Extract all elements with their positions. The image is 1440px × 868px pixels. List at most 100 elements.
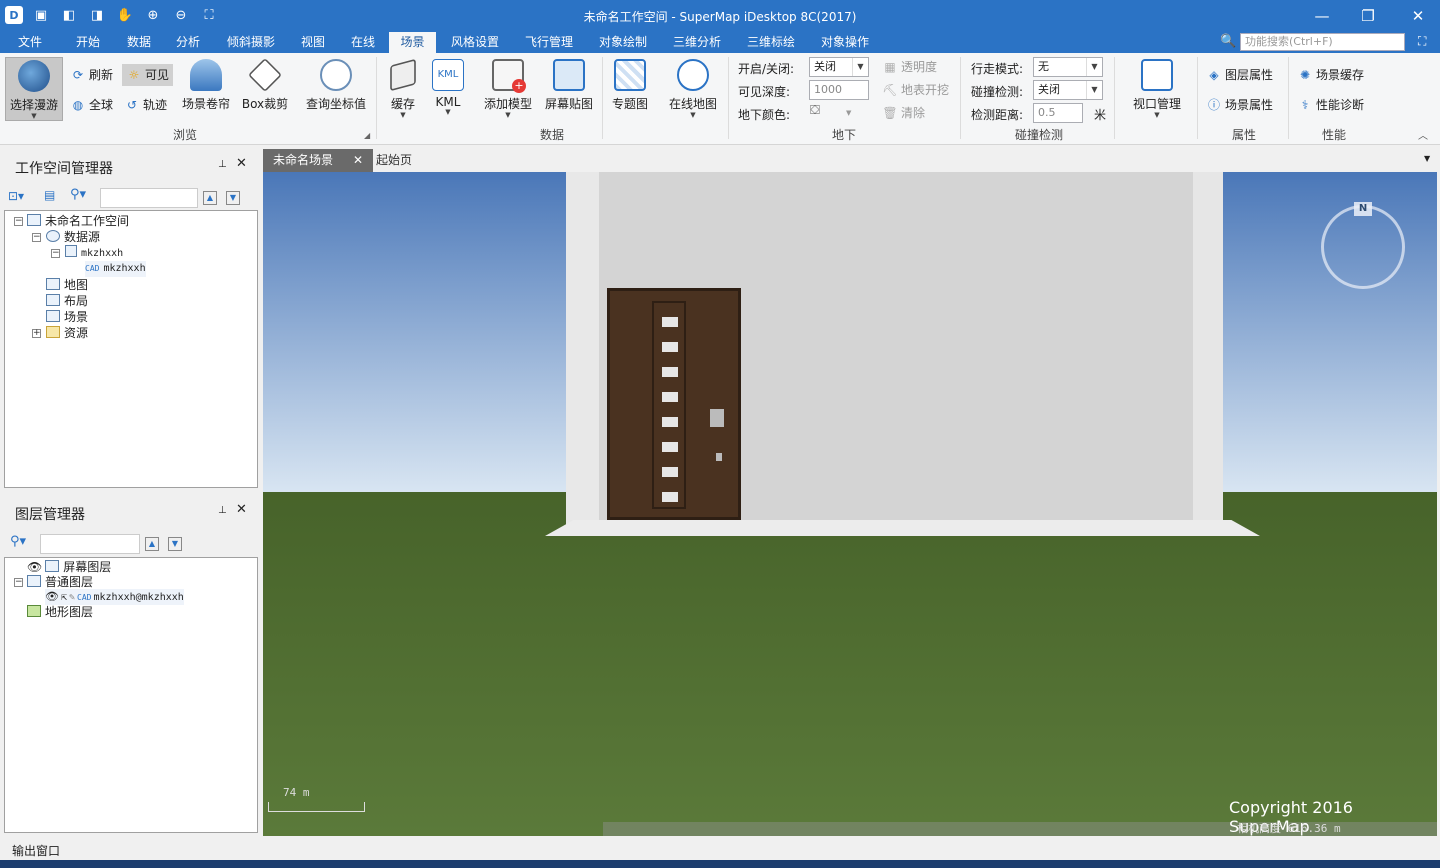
chevron-down-icon[interactable]: ▼: [226, 191, 240, 205]
scene-props-button[interactable]: ⓘ 场景属性: [1206, 94, 1273, 116]
chevron-down-icon: ▼: [1086, 58, 1102, 76]
tree-scenes[interactable]: 场景: [46, 309, 88, 325]
detect-distance-label: 检测距离:: [971, 108, 1024, 122]
dialog-launcher-icon[interactable]: ◢: [364, 131, 370, 140]
surface-dig-button[interactable]: ⛏ 地表开挖: [882, 79, 949, 101]
tree-resources[interactable]: 资源: [46, 325, 88, 341]
tree-datasources[interactable]: 数据源: [46, 229, 100, 245]
ribbon: 选择漫游 ▼ ⟳ 刷新 ☼ 可见 ◍ 全球 ↺ 轨迹 场景卷帘 Box裁剪 查询坐标值 …: [0, 53, 1440, 145]
search-icon[interactable]: ⚲▾: [10, 534, 26, 549]
workspace-search-input[interactable]: [100, 188, 198, 208]
track-button[interactable]: ↺ 轨迹: [124, 94, 167, 116]
query-coord-label: 查询坐标值: [305, 97, 366, 111]
menu-tab-3d-plot[interactable]: 三维标绘: [741, 32, 801, 53]
box-clip-button[interactable]: Box裁剪: [240, 57, 290, 121]
search-icon[interactable]: ⚲▾: [70, 187, 86, 202]
normal-layers-label: 普通图层: [45, 575, 94, 589]
menu-tab-object-ops[interactable]: 对象操作: [815, 32, 875, 53]
menu-tab-flight[interactable]: 飞行管理: [519, 32, 579, 53]
onoff-select[interactable]: 关闭 ▼: [809, 57, 869, 77]
eye-icon[interactable]: 👁: [45, 590, 59, 603]
perf-diag-button[interactable]: ⚕ 性能诊断: [1297, 94, 1364, 116]
tree-normal-layers[interactable]: 普通图层: [27, 574, 93, 590]
menu-tab-data[interactable]: 数据: [121, 32, 157, 53]
collapse-icon[interactable]: −: [14, 578, 23, 587]
online-map-button[interactable]: 在线地图 ▼: [664, 57, 722, 121]
open-workspace-icon[interactable]: ⊡▾: [8, 189, 24, 203]
restore-button[interactable]: ❐: [1348, 4, 1388, 28]
transparency-button[interactable]: ▦ 透明度: [882, 56, 937, 78]
paint-bucket-icon[interactable]: ⛋: [810, 103, 820, 118]
viewport-manage-button[interactable]: 视口管理 ▼: [1128, 57, 1186, 121]
close-icon[interactable]: ✕: [353, 153, 363, 167]
close-icon[interactable]: ✕: [236, 502, 247, 517]
tree-workspace[interactable]: 未命名工作空间: [27, 213, 129, 229]
expand-icon[interactable]: ⛶: [1418, 34, 1426, 49]
chevron-up-icon[interactable]: ▲: [145, 537, 159, 551]
clear-button[interactable]: 🗑 清除: [882, 102, 925, 124]
menu-tab-oblique[interactable]: 倾斜摄影: [221, 32, 281, 53]
layer-props-button[interactable]: ◈ 图层属性: [1206, 64, 1273, 86]
chevron-down-icon[interactable]: ▼: [1424, 154, 1430, 163]
collapse-icon[interactable]: −: [32, 233, 41, 242]
layer-search-input[interactable]: [40, 534, 140, 554]
close-button[interactable]: ✕: [1398, 4, 1438, 28]
menu-tab-style[interactable]: 风格设置: [445, 32, 505, 53]
tab-start-page[interactable]: 起始页: [366, 149, 422, 172]
thematic-button[interactable]: 专题图: [608, 57, 652, 121]
menu-tab-draw[interactable]: 对象绘制: [593, 32, 653, 53]
tree-layouts[interactable]: 布局: [46, 293, 88, 309]
chevron-down-icon[interactable]: ▼: [168, 537, 182, 551]
tree-dataset[interactable]: CAD mkzhxxh: [85, 261, 146, 277]
tree-maps[interactable]: 地图: [46, 277, 88, 293]
visible-button[interactable]: ☼ 可见: [122, 64, 174, 86]
menu-tab-view[interactable]: 视图: [295, 32, 331, 53]
collapse-icon[interactable]: −: [51, 249, 60, 258]
tab-untitled-scene[interactable]: 未命名场景 ✕: [263, 149, 374, 172]
menu-tab-online[interactable]: 在线: [345, 32, 381, 53]
select-roam-button[interactable]: 选择漫游 ▼: [5, 57, 63, 121]
map-icon: [46, 278, 60, 290]
scene-viewport[interactable]: N 74 m Copyright 2016 SuperMap 相机高度 616.…: [263, 172, 1437, 836]
eye-icon[interactable]: 👁: [27, 560, 42, 574]
menu-tab-analysis[interactable]: 分析: [170, 32, 206, 53]
chevron-up-icon[interactable]: ▲: [203, 191, 217, 205]
tree-datasource[interactable]: mkzhxxh: [65, 245, 123, 261]
expand-icon[interactable]: +: [32, 329, 41, 338]
depth-input[interactable]: 1000: [809, 80, 869, 100]
kml-button[interactable]: KML KML ▼: [430, 57, 466, 121]
menu-tab-3d-analysis[interactable]: 三维分析: [667, 32, 727, 53]
collision-detect-select[interactable]: 关闭 ▼: [1033, 80, 1103, 100]
menu-tab-start[interactable]: 开始: [70, 32, 106, 53]
pin-icon[interactable]: ⊥: [218, 505, 227, 516]
tree-terrain-layers[interactable]: 地形图层: [27, 604, 93, 620]
search-input[interactable]: 功能搜索(Ctrl+F): [1240, 33, 1405, 51]
chevron-down-icon[interactable]: ▼: [846, 109, 851, 117]
select-arrow-icon[interactable]: ⇱: [61, 592, 67, 603]
tree-layouts-label: 布局: [64, 294, 89, 308]
cache-button[interactable]: 缓存 ▼: [383, 57, 423, 121]
scene-roll-button[interactable]: 场景卷帘: [178, 57, 234, 121]
scene-cache-button[interactable]: ✺ 场景缓存: [1297, 64, 1364, 86]
output-window-bar[interactable]: 输出窗口: [0, 842, 1440, 860]
refresh-button[interactable]: ⟳ 刷新: [70, 64, 113, 86]
tree-cad-layer[interactable]: 👁 ⇱ ✎ CAD mkzhxxh@mkzhxxh: [45, 589, 184, 605]
collapse-ribbon-icon[interactable]: ︿: [1418, 127, 1428, 142]
pin-icon[interactable]: ⊥: [218, 159, 227, 170]
menu-tab-file[interactable]: 文件: [12, 32, 48, 53]
globe-button[interactable]: ◍ 全球: [70, 94, 113, 116]
tree-screen-layers[interactable]: 👁 屏幕图层: [27, 559, 111, 575]
compass[interactable]: N: [1321, 202, 1405, 289]
edit-pencil-icon[interactable]: ✎: [69, 592, 75, 603]
close-icon[interactable]: ✕: [236, 156, 247, 171]
walk-mode-select[interactable]: 无 ▼: [1033, 57, 1103, 77]
collapse-icon[interactable]: −: [14, 217, 23, 226]
new-datasource-icon[interactable]: ▤: [44, 188, 55, 202]
screen-layers-label: 屏幕图层: [63, 560, 112, 574]
detect-distance-input[interactable]: 0.5: [1033, 103, 1083, 123]
add-model-button[interactable]: + 添加模型 ▼: [480, 57, 536, 121]
menu-tab-scene[interactable]: 场景: [389, 32, 436, 53]
query-coord-button[interactable]: 查询坐标值: [302, 57, 370, 121]
minimize-button[interactable]: —: [1302, 4, 1342, 28]
screen-map-button[interactable]: 屏幕贴图: [542, 57, 596, 121]
